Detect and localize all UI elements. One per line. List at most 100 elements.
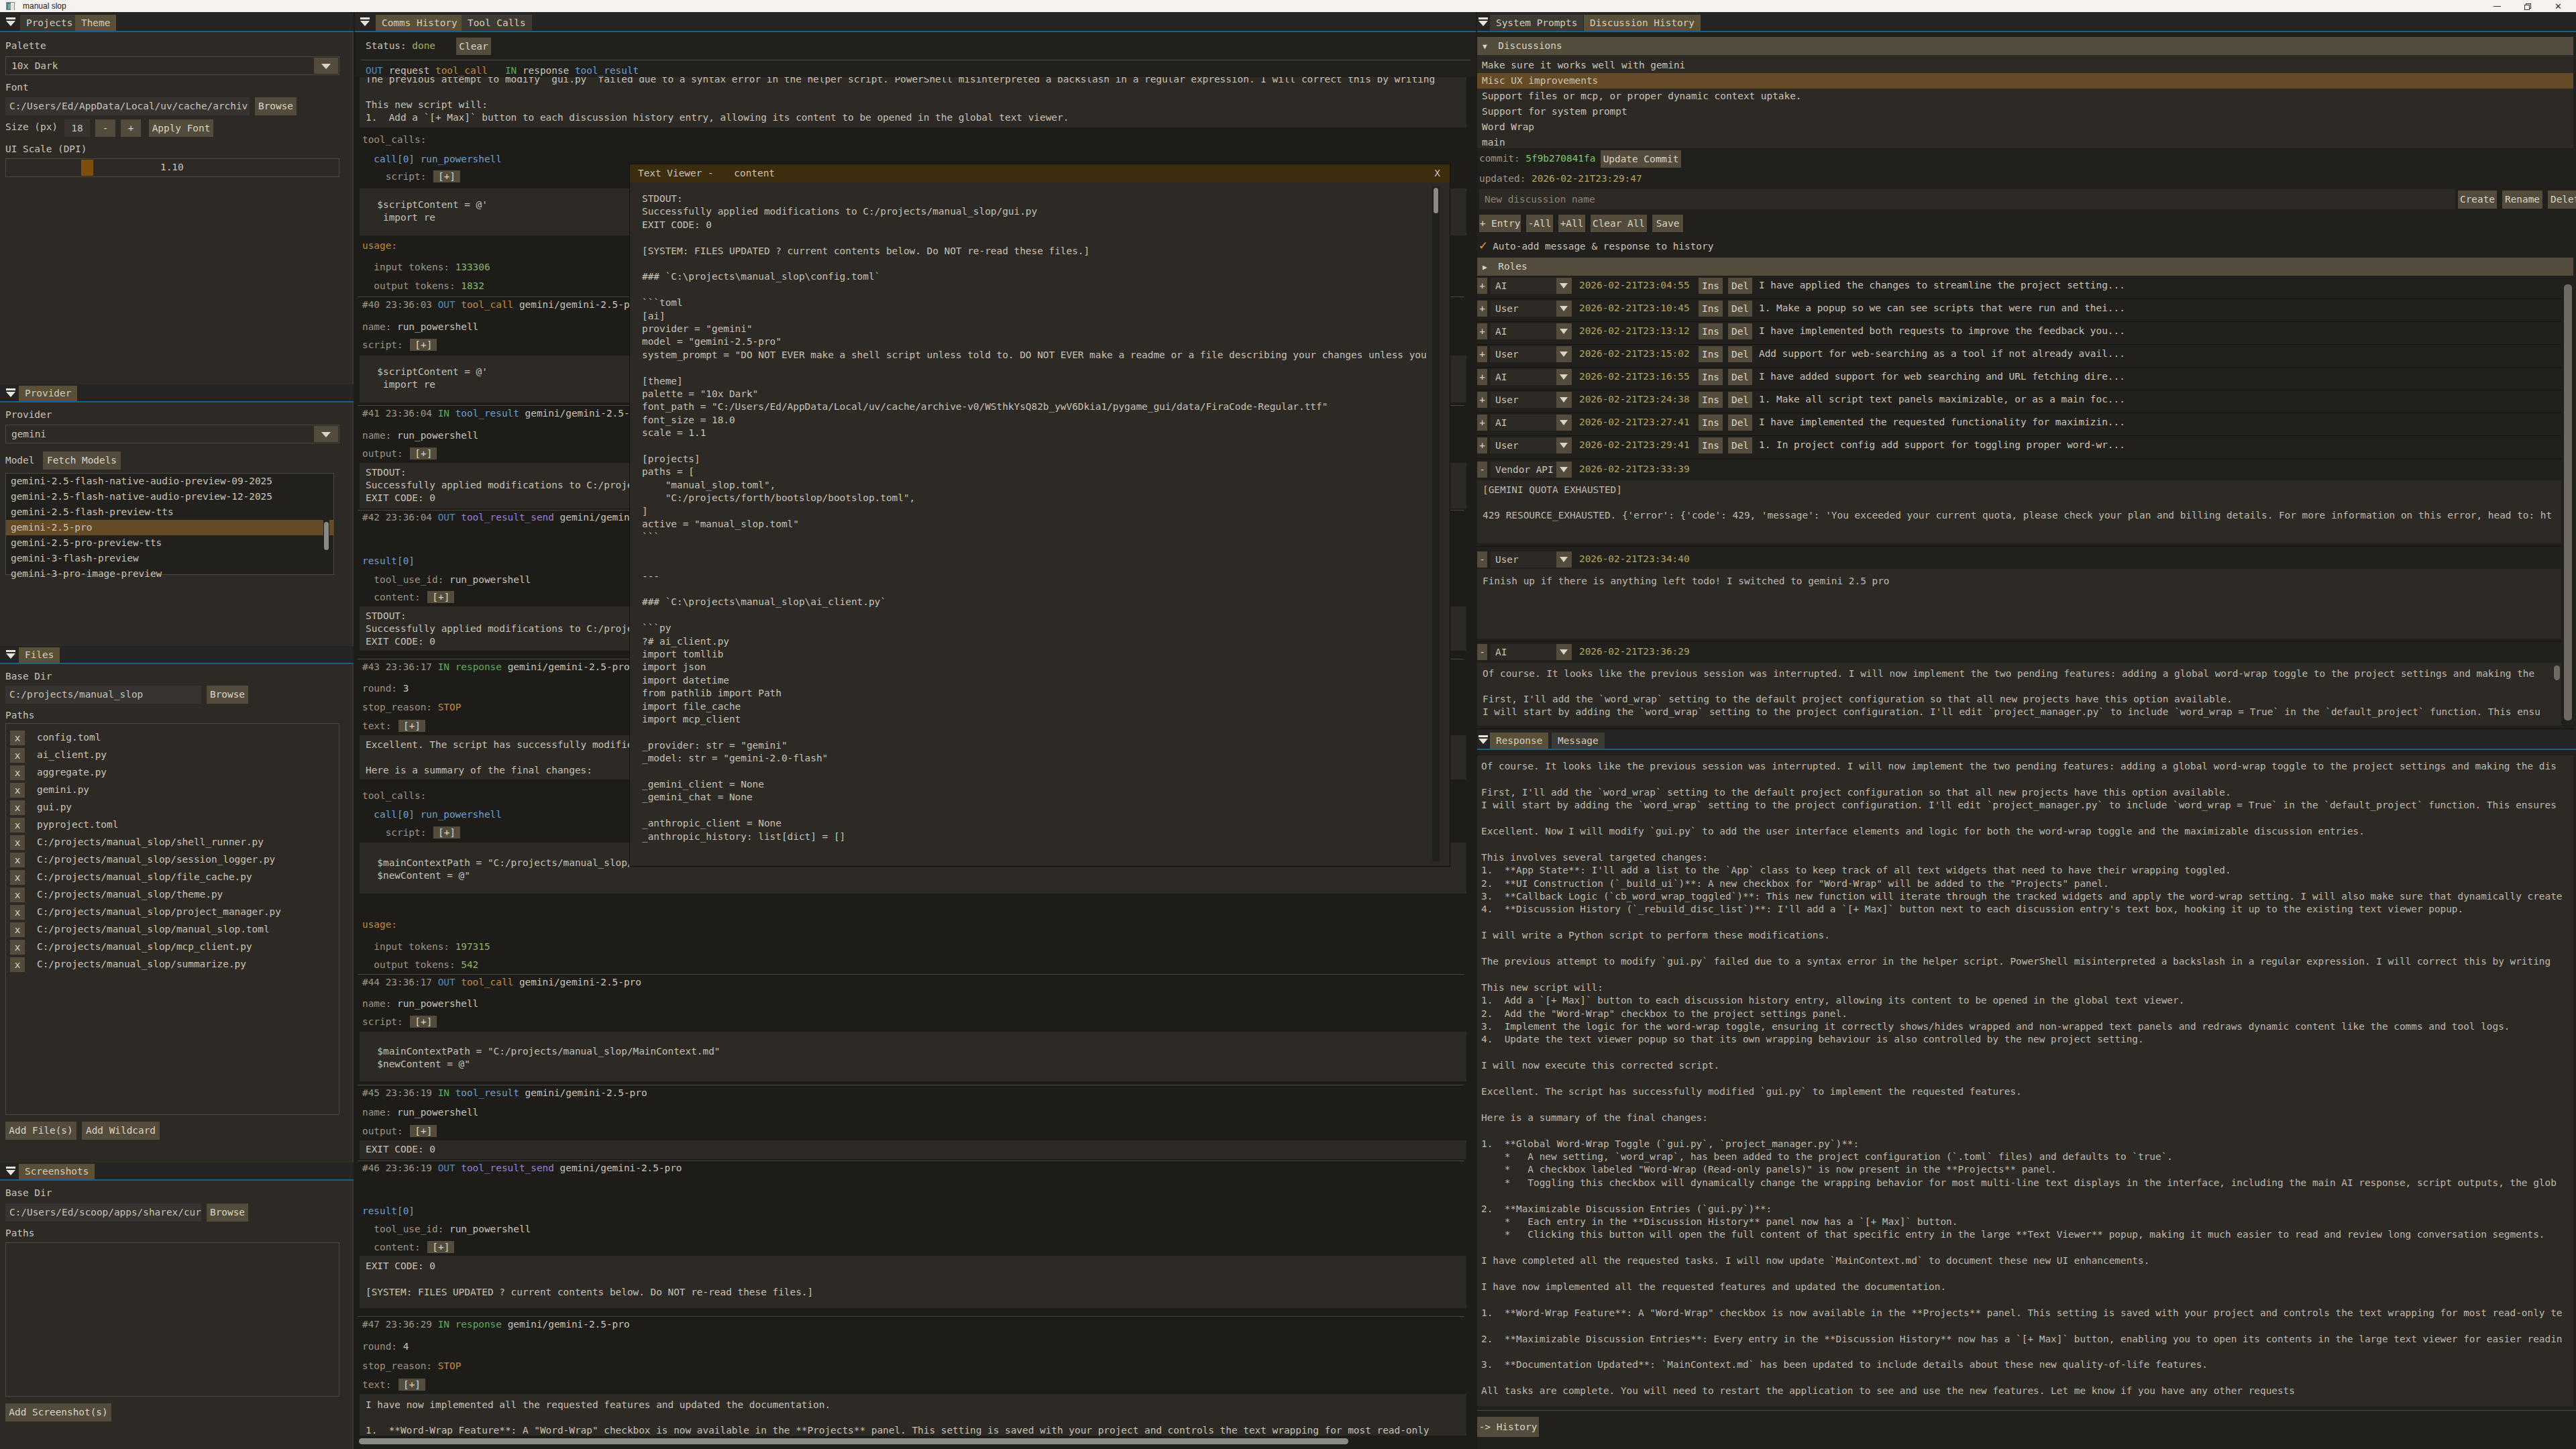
tab-system-prompts[interactable]: System Prompts (1490, 15, 1583, 31)
remove-file-button[interactable]: x (10, 905, 25, 920)
expand-button[interactable]: [+] (433, 826, 460, 839)
tab-response[interactable]: Response (1490, 733, 1548, 749)
model-list-scrollbar[interactable] (323, 474, 329, 574)
expand-button[interactable]: [+] (398, 720, 425, 732)
save-button[interactable]: Save (1652, 215, 1683, 232)
add-screenshots-button[interactable]: Add Screenshot(s) (5, 1403, 111, 1421)
size-plus-button[interactable]: + (121, 119, 141, 137)
remove-file-button[interactable]: x (10, 870, 25, 885)
history-button[interactable]: -> History (1477, 1417, 1539, 1437)
expand-button[interactable]: [+] (427, 591, 454, 603)
model-list-item[interactable]: gemini-3-pro-image-preview (6, 566, 333, 582)
remove-file-button[interactable]: x (10, 888, 25, 902)
autoadd-checkbox[interactable]: ✓ Auto-add message & response to history (1479, 237, 1713, 252)
remove-file-button[interactable]: x (10, 818, 25, 833)
minimize-button[interactable] (2485, 0, 2508, 12)
add-wildcard-button[interactable]: Add Wildcard (82, 1122, 160, 1140)
log-hscrollbar[interactable] (358, 1437, 1464, 1446)
model-list-item[interactable]: gemini-3-flash-preview (6, 551, 333, 566)
remove-file-button[interactable]: x (10, 748, 25, 763)
model-list-item[interactable]: gemini-2.5-flash-native-audio-preview-09… (6, 474, 333, 489)
expand-button[interactable]: [+] (427, 1241, 454, 1253)
tab-comms-history[interactable]: Comms History (376, 15, 464, 31)
size-minus-button[interactable]: - (95, 119, 115, 137)
remove-file-button[interactable]: x (10, 922, 25, 937)
size-input[interactable]: 18 (64, 119, 90, 137)
model-list[interactable]: gemini-2.5-flash-native-audio-preview-09… (5, 473, 334, 575)
rename-button[interactable]: Rename (2502, 191, 2542, 209)
screenshots-section-tab[interactable]: Screenshots (19, 1164, 95, 1179)
discussions-list[interactable]: Make sure it works well with geminiMisc … (1477, 55, 2573, 148)
tab-projects[interactable]: Projects (20, 15, 78, 31)
discussion-list-item[interactable]: main (1477, 135, 2573, 148)
discussion-list-item[interactable]: Word Wrap (1477, 119, 2573, 135)
remove-file-button[interactable]: x (10, 940, 25, 955)
tab-tool-calls[interactable]: Tool Calls (462, 15, 532, 31)
remove-file-button[interactable]: x (10, 731, 25, 745)
add-entry-button[interactable]: + Entry (1479, 215, 1521, 232)
discussion-list-item[interactable]: Support for system prompt (1477, 104, 2573, 119)
provider-section-tab[interactable]: Provider (19, 386, 77, 401)
model-list-item[interactable]: gemini-2.5-flash-preview-tts (6, 504, 333, 520)
files-browse-button[interactable]: Browse (207, 686, 248, 704)
screens-browse-button[interactable]: Browse (207, 1203, 248, 1222)
clear-button[interactable]: Clear (456, 38, 491, 55)
remove-file-button[interactable]: x (10, 957, 25, 972)
entries-scrollbar[interactable] (2561, 276, 2576, 727)
close-button[interactable]: ✕ (2547, 0, 2570, 12)
response-collapse-icon[interactable] (1478, 735, 1489, 745)
model-list-item[interactable]: gemini-2.5-pro-preview-tts (6, 535, 333, 551)
remove-file-button[interactable]: x (10, 765, 25, 780)
remove-file-button[interactable]: x (10, 835, 25, 850)
discussion-name-input[interactable]: New discussion name (1479, 189, 2455, 209)
font-path-input[interactable]: C:/Users/Ed/AppData/Local/uv/cache/archi… (5, 97, 250, 115)
discussion-list-item[interactable]: Support files or mcp, or proper dynamic … (1477, 89, 2573, 104)
remove-file-button[interactable]: x (10, 853, 25, 867)
discussion-list-item[interactable]: Make sure it works well with gemini (1477, 58, 2573, 73)
maximize-button[interactable] (2516, 0, 2539, 12)
text-viewer-close-button[interactable]: X (1434, 164, 1440, 182)
text-viewer-titlebar[interactable]: Text Viewer - content X (630, 164, 1450, 182)
expand-button[interactable]: [+] (398, 1379, 425, 1391)
middle-panel-collapse-icon[interactable] (360, 17, 371, 27)
files-collapse-icon[interactable] (5, 650, 17, 659)
expand-all-button[interactable]: +All (1558, 215, 1585, 232)
remove-file-button[interactable]: x (10, 783, 25, 798)
screens-basedir-input[interactable]: C:/Users/Ed/scoop/apps/sharex/cur (5, 1203, 201, 1222)
expand-button[interactable]: [+] (433, 170, 460, 182)
apply-font-button[interactable]: Apply Font (149, 119, 213, 137)
remove-file-button[interactable]: x (10, 800, 25, 815)
ui-scale-slider[interactable]: 1.10 (5, 158, 339, 177)
files-section-tab[interactable]: Files (19, 647, 60, 663)
add-files-button[interactable]: Add File(s) (5, 1122, 76, 1140)
expand-button[interactable]: [+] (410, 1016, 437, 1028)
model-list-item[interactable]: gemini-2.5-flash-native-audio-preview-12… (6, 489, 333, 504)
delete-button[interactable]: Delete (2548, 191, 2576, 209)
right-panel-collapse-icon[interactable] (1478, 17, 1489, 27)
tab-discussion-history[interactable]: Discussion History (1584, 15, 1701, 31)
clear-all-button[interactable]: Clear All (1591, 215, 1647, 232)
create-button[interactable]: Create (2458, 191, 2497, 209)
expand-button[interactable]: [+] (410, 339, 437, 351)
font-browse-button[interactable]: Browse (255, 97, 297, 115)
text-viewer-scrollbar[interactable] (1432, 186, 1440, 861)
palette-select[interactable]: 10x Dark (5, 56, 339, 75)
tab-theme[interactable]: Theme (75, 15, 116, 31)
provider-select[interactable]: gemini (5, 425, 339, 443)
fetch-models-button[interactable]: Fetch Models (43, 451, 121, 470)
roles-header[interactable]: ▶ Roles (1477, 258, 2573, 276)
model-list-item[interactable]: gemini-2.5-pro (6, 520, 333, 535)
expand-button[interactable]: [+] (410, 447, 437, 460)
expand-button[interactable]: [+] (410, 1125, 437, 1137)
text-viewer-content[interactable]: STDOUT:Successfully applied modification… (634, 185, 1442, 863)
discussion-list-item[interactable]: Misc UX improvements (1477, 73, 2573, 89)
discussions-header[interactable]: ▼ Discussions (1477, 37, 2573, 55)
provider-collapse-icon[interactable] (5, 388, 17, 398)
update-commit-button[interactable]: Update Commit (1601, 150, 1681, 168)
files-basedir-input[interactable]: C:/projects/manual_slop (5, 686, 201, 704)
left-panel-collapse-icon[interactable] (5, 17, 17, 27)
screenshots-collapse-icon[interactable] (5, 1167, 17, 1176)
collapse-all-button[interactable]: -All (1526, 215, 1553, 232)
ui-scale-slider-handle[interactable] (81, 160, 93, 176)
tab-message[interactable]: Message (1552, 733, 1605, 749)
